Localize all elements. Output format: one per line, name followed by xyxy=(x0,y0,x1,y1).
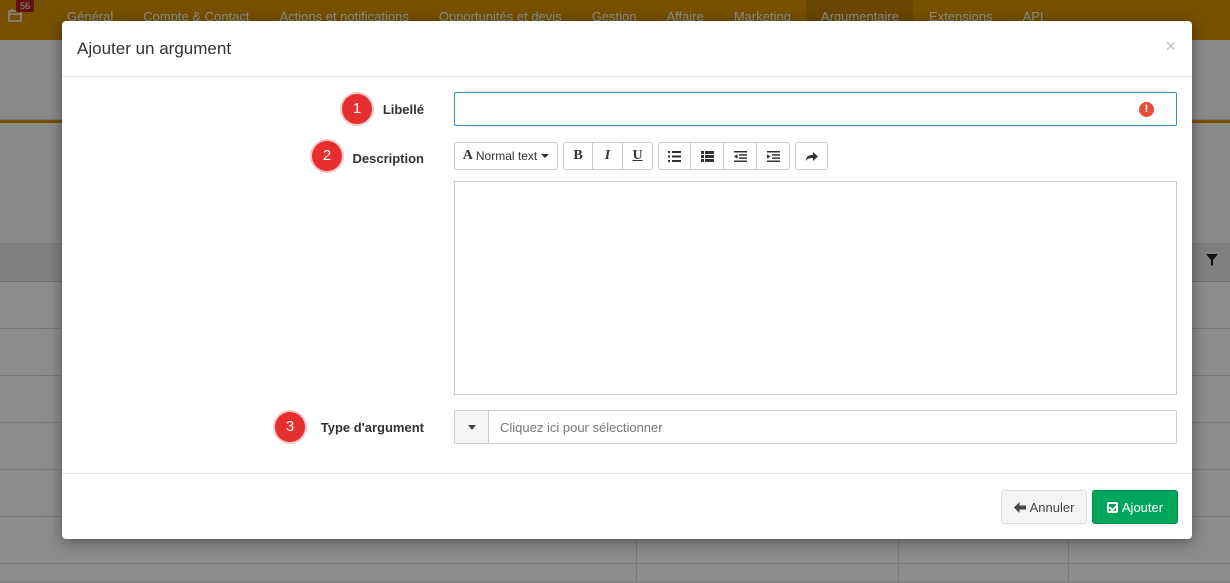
redo-button[interactable] xyxy=(795,142,828,170)
text-format-dropdown[interactable]: A Normal text xyxy=(454,142,558,170)
share-icon xyxy=(806,151,818,161)
format-group: A Normal text xyxy=(454,142,558,170)
bullet-list-button[interactable] xyxy=(658,142,691,170)
chevron-down-icon xyxy=(467,424,476,430)
indent-button[interactable] xyxy=(757,142,790,170)
bold-icon: B xyxy=(573,148,583,163)
libelle-input[interactable]: ! xyxy=(454,92,1177,126)
modal-title: Ajouter un argument xyxy=(77,39,232,58)
modal-footer: Annuler Ajouter xyxy=(62,473,1192,539)
font-icon: A xyxy=(462,148,473,163)
type-argument-select[interactable] xyxy=(454,410,1177,444)
outdent-icon xyxy=(733,150,747,162)
bold-button[interactable]: B xyxy=(563,142,593,170)
modal-header: Ajouter un argument × xyxy=(62,21,1192,77)
type-argument-label: Type d'argument xyxy=(320,420,424,435)
select-toggle-button[interactable] xyxy=(455,411,489,443)
add-label: Ajouter xyxy=(1121,499,1164,515)
check-square-icon xyxy=(1106,501,1118,513)
description-label: Description xyxy=(352,151,424,166)
add-argument-modal: Ajouter un argument × 1 Libellé ! 2 Desc… xyxy=(62,21,1192,539)
list-ul-icon xyxy=(668,150,681,162)
type-argument-input[interactable] xyxy=(489,411,1176,443)
add-button[interactable]: Ajouter xyxy=(1092,490,1178,524)
cancel-label: Annuler xyxy=(1029,499,1075,515)
editor-toolbar: A Normal text B I U xyxy=(454,142,833,170)
emphasis-group: B I U xyxy=(563,142,653,170)
underline-icon: U xyxy=(632,148,643,163)
close-icon[interactable]: × xyxy=(1165,37,1176,55)
italic-button[interactable]: I xyxy=(593,142,623,170)
link-group xyxy=(795,142,828,170)
chevron-down-icon xyxy=(541,154,550,158)
outdent-button[interactable] xyxy=(724,142,757,170)
list-ol-icon xyxy=(700,150,714,162)
arrow-left-icon xyxy=(1013,501,1026,513)
error-icon: ! xyxy=(1139,102,1154,117)
numbered-list-button[interactable] xyxy=(691,142,724,170)
cancel-button[interactable]: Annuler xyxy=(1001,490,1087,524)
italic-icon: I xyxy=(604,148,611,163)
underline-button[interactable]: U xyxy=(623,142,653,170)
text-format-label: Normal text xyxy=(475,149,538,163)
description-textarea[interactable] xyxy=(454,181,1177,395)
indent-icon xyxy=(766,150,780,162)
list-group xyxy=(658,142,790,170)
libelle-label: Libellé xyxy=(382,102,424,117)
